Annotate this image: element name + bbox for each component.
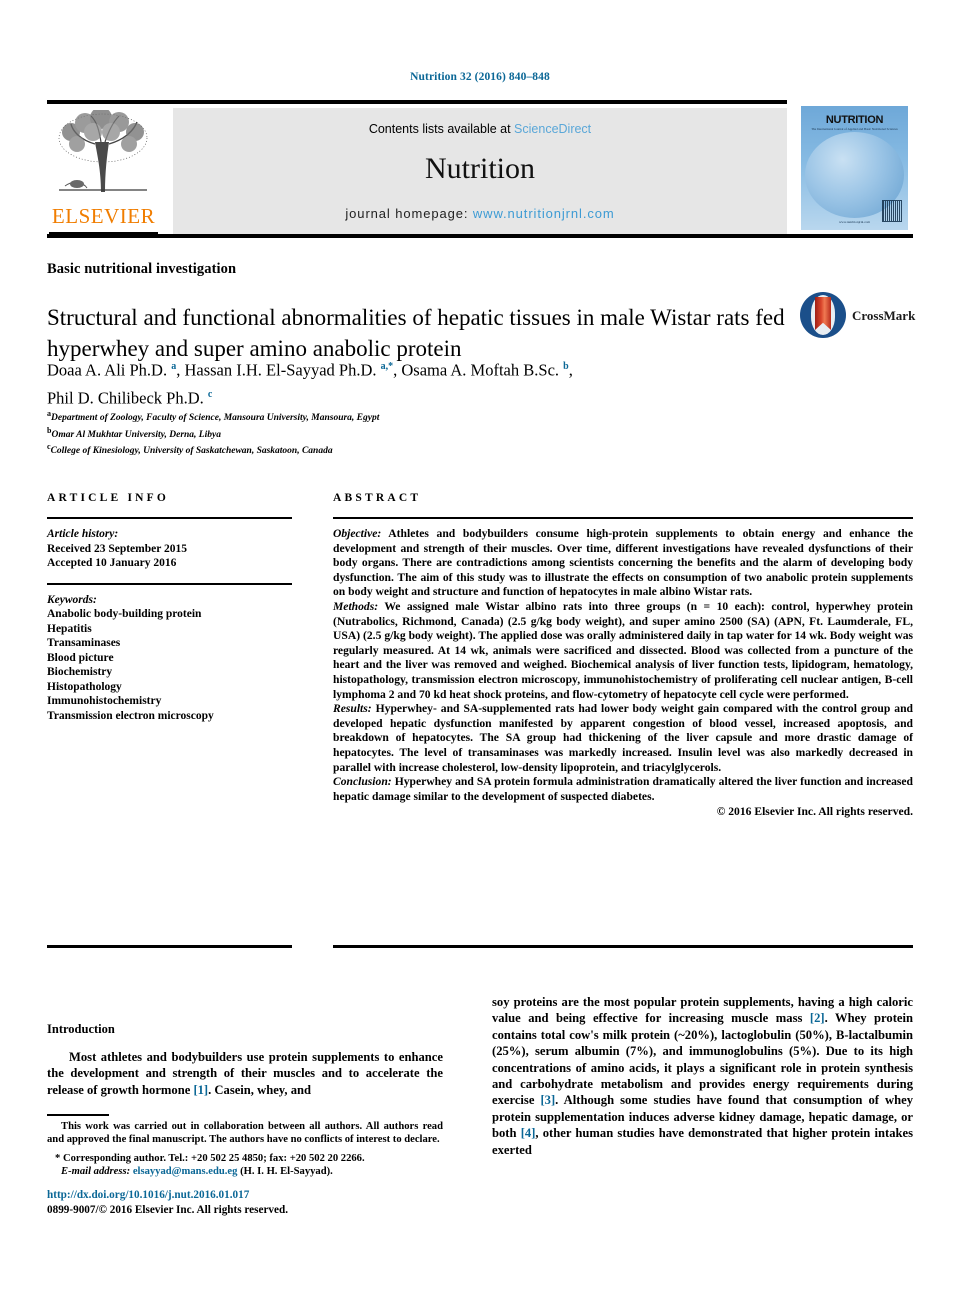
abstract-conclusion-text: Hyperwhey and SA protein formula adminis… [333,775,913,803]
article-info-rule [47,517,292,519]
intro-left-text-cont: . Casein, whey, and [208,1082,311,1097]
affiliation-text-c: College of Kinesiology, University of Sa… [50,446,333,457]
crossmark-label: CrossMark [852,308,916,323]
doi-link[interactable]: http://dx.doi.org/10.1016/j.nut.2016.01.… [47,1188,443,1203]
doi-block: http://dx.doi.org/10.1016/j.nut.2016.01.… [47,1188,443,1217]
abstract-rule [333,517,913,519]
abstract-section: ABSTRACT Objective: Athletes and bodybui… [333,492,913,820]
introduction-paragraph-right: soy proteins are the most popular protei… [492,994,913,1158]
contents-list-line: Contents lists available at ScienceDirec… [173,122,787,136]
affiliation-text-a: Department of Zoology, Faculty of Scienc… [51,413,380,424]
email-link[interactable]: elsayyad@mans.edu.eg [133,1166,238,1177]
introduction-column-right: soy proteins are the most popular protei… [492,994,913,1158]
homepage-link[interactable]: www.nutritionjrnl.com [473,206,615,221]
cover-masthead: NUTRITION [825,114,884,126]
affiliation-b: bOmar Al Mukhtar University, Derna, Liby… [47,425,827,442]
keywords-label: Keywords: [47,593,97,606]
reference-link-2[interactable]: [2] [810,1011,825,1025]
barcode-icon [882,200,902,222]
issn-copyright-line: 0899-9007/© 2016 Elsevier Inc. All right… [47,1203,288,1216]
intro-right-text-d: , other human studies have demonstrated … [492,1126,913,1157]
email-address-label: E-mail address: [61,1166,131,1178]
reference-link-1[interactable]: [1] [193,1083,208,1097]
cover-artwork: NUTRITION The International Journal of A… [801,106,908,230]
journal-title: Nutrition [425,152,535,185]
reference-link-4[interactable]: [4] [521,1126,536,1140]
abstract-results: Results: Hyperwhey- and SA-supplemented … [333,702,913,775]
author-line-1: Doaa A. Ali Ph.D. a, Hassan I.H. El-Sayy… [47,360,573,380]
author-list: Doaa A. Ali Ph.D. a, Hassan I.H. El-Sayy… [47,355,827,410]
article-received-date: Received 23 September 2015 [47,542,187,555]
crossmark-badge[interactable]: CrossMark [800,292,930,342]
keywords-rule [47,582,292,585]
abstract-conclusion: Conclusion: Hyperwhey and SA protein for… [333,775,913,804]
affiliation-a: aDepartment of Zoology, Faculty of Scien… [47,408,827,425]
elsevier-tree-icon [51,110,155,198]
journal-header-band: ELSEVIER Contents lists available at Sci… [47,100,913,238]
journal-homepage-line: journal homepage: www.nutritionjrnl.com [173,206,787,221]
abstract-methods: Methods: We assigned male Wistar albino … [333,600,913,702]
keyword-item: Histopathology [47,680,122,693]
sciencedirect-link[interactable]: ScienceDirect [514,122,591,136]
keyword-item: Immunohistochemistry [47,695,162,707]
introduction-heading: Introduction [47,1022,115,1036]
abstract-objective-text: Athletes and bodybuilders consume high-p… [333,527,913,599]
footnote-block: This work was carried out in collaborati… [47,1120,443,1179]
abstract-methods-label: Methods: [333,599,379,613]
header-top-rule [47,100,787,104]
introduction-paragraph-left: Most athletes and bodybuilders use prote… [47,1049,443,1098]
contents-prefix: Contents lists available at [368,122,515,136]
elsevier-logo: ELSEVIER [47,108,160,236]
abstract-conclusion-label: Conclusion: [333,775,392,789]
journal-cover-thumbnail: NUTRITION The International Journal of A… [796,106,913,238]
affiliation-list: aDepartment of Zoology, Faculty of Scien… [47,408,827,458]
cover-subtitle: The International Journal of Applied and… [811,127,898,131]
article-accepted-date: Accepted 10 January 2016 [47,557,177,569]
article-history-label: Article history: [47,528,119,540]
keyword-item: Hepatitis [47,622,92,635]
keyword-item: Anabolic body-building protein [47,608,202,620]
elsevier-wordmark: ELSEVIER [51,204,156,228]
footnote-corresponding-author: * Corresponding author. Tel.: +20 502 25… [47,1152,443,1179]
corresponding-author-text: Corresponding author. Tel.: +20 502 25 4… [60,1152,365,1164]
running-head: Nutrition 32 (2016) 840–848 [410,71,550,83]
keyword-item: Transmission electron microscopy [47,709,214,722]
article-type: Basic nutritional investigation [47,261,237,277]
left-column-bottom-rule [47,945,292,948]
keyword-item: Biochemistry [47,666,113,678]
affiliation-c: cCollege of Kinesiology, University of S… [47,441,827,458]
keyword-list: Keywords: Anabolic body-building protein… [47,593,292,724]
abstract-copyright: © 2016 Elsevier Inc. All rights reserved… [716,805,913,819]
journal-info-box: Contents lists available at ScienceDirec… [173,108,787,234]
article-info-heading: ARTICLE INFO [47,492,170,504]
right-column-bottom-rule [333,945,913,948]
crossmark-icon [800,292,846,338]
footnote-contribution-statement: This work was carried out in collaborati… [47,1121,443,1146]
keyword-item: Transaminases [47,637,121,649]
email-suffix: (H. I. H. El-Sayyad). [237,1166,333,1178]
homepage-prefix: journal homepage: [345,206,473,221]
abstract-objective-label: Objective: [333,527,382,540]
abstract-objective: Objective: Athletes and bodybuilders con… [333,527,913,600]
abstract-heading: ABSTRACT [333,492,422,504]
abstract-results-label: Results: [333,702,372,716]
abstract-results-text: Hyperwhey- and SA-supplemented rats had … [333,702,913,774]
abstract-body: Objective: Athletes and bodybuilders con… [333,527,913,820]
introduction-column-left: Introduction Most athletes and bodybuild… [47,1022,443,1098]
footnote-separator-rule [47,1114,109,1116]
author-line-2: Phil D. Chilibeck Ph.D. c [47,388,213,407]
affiliation-text-b: Omar Al Mukhtar University, Derna, Libya [51,429,221,440]
keyword-item: Blood picture [47,651,114,664]
header-bottom-rule [47,234,913,238]
reference-link-3[interactable]: [3] [540,1093,555,1107]
abstract-methods-text: We assigned male Wistar albino rats into… [333,599,913,701]
article-history: Article history: Received 23 September 2… [47,527,292,571]
paper-page: Nutrition 32 (2016) 840–848 ELSEVIER Con… [0,0,960,1290]
article-info-section: ARTICLE INFO Article history: Received 2… [47,492,292,723]
